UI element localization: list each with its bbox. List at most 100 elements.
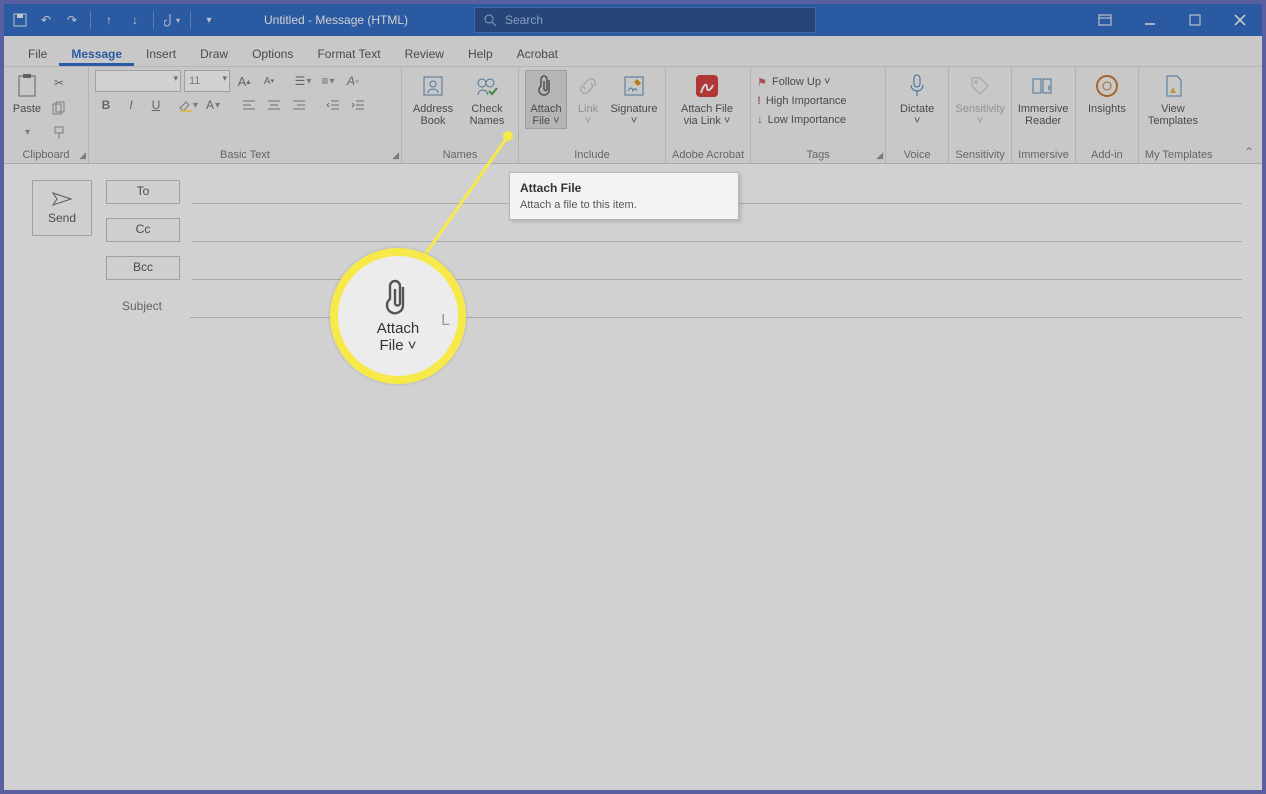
dictate-button[interactable]: Dictate ˅	[892, 70, 942, 127]
immersive-reader-button[interactable]: Immersive Reader	[1018, 70, 1068, 127]
paperclip-large-icon	[383, 278, 413, 318]
group-label: Sensitivity	[955, 149, 1005, 163]
numbering-icon[interactable]: ≡▾	[317, 70, 339, 92]
view-templates-button[interactable]: View Templates	[1145, 70, 1201, 127]
tab-message[interactable]: Message	[59, 41, 134, 66]
low-importance-button[interactable]: ↓Low Importance	[757, 111, 846, 129]
collapse-ribbon-icon[interactable]: ⌃	[1244, 145, 1254, 159]
group-label: My Templates	[1145, 149, 1213, 163]
flag-icon: ⚑	[757, 76, 767, 89]
align-center-icon[interactable]	[263, 94, 285, 116]
bullets-icon[interactable]: ☰▾	[292, 70, 314, 92]
ribbon-tabs: File Message Insert Draw Options Format …	[4, 36, 1262, 67]
tab-acrobat[interactable]: Acrobat	[505, 41, 570, 66]
search-placeholder: Search	[505, 13, 543, 27]
save-icon[interactable]	[12, 12, 28, 28]
dialog-launcher-icon[interactable]: ◢	[392, 150, 399, 161]
group-label: Adobe Acrobat	[672, 149, 744, 163]
insights-button[interactable]: Insights	[1082, 70, 1132, 127]
group-sensitivity: Sensitivity ˅ Sensitivity	[949, 67, 1012, 163]
outdent-icon[interactable]	[322, 94, 344, 116]
undo-icon[interactable]: ↶	[38, 12, 54, 28]
ribbon-display-icon[interactable]	[1082, 4, 1127, 36]
high-importance-button[interactable]: !High Importance	[757, 92, 846, 110]
callout-zoom: Attach File ˅ L	[330, 248, 466, 384]
cc-field[interactable]	[192, 219, 1242, 242]
font-combo[interactable]	[95, 70, 181, 92]
search-box[interactable]: Search	[474, 7, 816, 33]
tab-insert[interactable]: Insert	[134, 41, 188, 66]
check-names-icon	[473, 72, 501, 100]
sensitivity-button[interactable]: Sensitivity ˅	[955, 70, 1005, 127]
clear-format-icon[interactable]: A◦	[342, 70, 364, 92]
tag-icon	[966, 72, 994, 100]
tab-review[interactable]: Review	[393, 41, 456, 66]
attach-file-button[interactable]: Attach File ˅	[525, 70, 567, 129]
dialog-launcher-icon[interactable]: ◢	[876, 150, 883, 161]
group-templates: View Templates My Templates	[1139, 67, 1219, 163]
attach-via-link-button[interactable]: Attach File via Link ˅	[672, 70, 742, 127]
insights-icon	[1093, 72, 1121, 100]
template-icon	[1159, 72, 1187, 100]
subject-label: Subject	[106, 299, 178, 313]
exclamation-icon: !	[757, 95, 761, 107]
copy-icon[interactable]	[48, 97, 70, 119]
group-label: Clipboard	[10, 149, 82, 163]
attachment-quick-icon[interactable]: ▾	[164, 12, 180, 28]
up-arrow-icon[interactable]: ↑	[101, 12, 117, 28]
dialog-launcher-icon[interactable]: ◢	[79, 150, 86, 161]
shrink-font-icon[interactable]: A▾	[258, 70, 280, 92]
to-button[interactable]: To	[106, 180, 180, 204]
down-arrow-blue-icon: ↓	[757, 114, 763, 126]
tab-help[interactable]: Help	[456, 41, 505, 66]
group-basic-text: 11 A▴ A▾ ☰▾ ≡▾ A◦ B I U ▾ A▾	[89, 67, 402, 163]
group-label: Names	[408, 149, 512, 163]
grow-font-icon[interactable]: A▴	[233, 70, 255, 92]
signature-icon	[620, 72, 648, 100]
tab-draw[interactable]: Draw	[188, 41, 240, 66]
link-button[interactable]: Link ˅	[571, 70, 605, 127]
signature-button[interactable]: Signature ˅	[609, 70, 659, 127]
follow-up-button[interactable]: ⚑Follow Up ˅	[757, 73, 830, 91]
italic-icon[interactable]: I	[120, 94, 142, 116]
indent-icon[interactable]	[347, 94, 369, 116]
group-clipboard: Paste▾ ✂ Clipboard ◢	[4, 67, 89, 163]
customize-qat-icon[interactable]: ▾	[201, 12, 217, 28]
bcc-button[interactable]: Bcc	[106, 256, 180, 280]
font-size-combo[interactable]: 11	[184, 70, 230, 92]
check-names-button[interactable]: Check Names	[462, 70, 512, 127]
address-book-button[interactable]: Address Book	[408, 70, 458, 127]
maximize-icon[interactable]	[1172, 4, 1217, 36]
format-painter-icon[interactable]	[48, 122, 70, 144]
minimize-icon[interactable]	[1127, 4, 1172, 36]
align-left-icon[interactable]	[238, 94, 260, 116]
align-right-icon[interactable]	[288, 94, 310, 116]
font-color-icon[interactable]: A▾	[202, 94, 224, 116]
bold-icon[interactable]: B	[95, 94, 117, 116]
attach-file-tooltip: Attach File Attach a file to this item.	[509, 172, 739, 220]
search-icon	[483, 13, 497, 27]
underline-icon[interactable]: U	[145, 94, 167, 116]
group-include: Attach File ˅ Link ˅ Signature ˅ Include	[519, 67, 666, 163]
tab-file[interactable]: File	[16, 41, 59, 66]
group-label: Voice	[892, 149, 942, 163]
paste-button[interactable]: Paste▾	[10, 70, 44, 139]
redo-icon[interactable]: ↷	[64, 12, 80, 28]
window-title: Untitled - Message (HTML)	[264, 4, 408, 36]
group-tags: ⚑Follow Up ˅ !High Importance ↓Low Impor…	[751, 67, 886, 163]
compose-area: Send To Cc Bcc Subject	[4, 164, 1262, 794]
tab-format-text[interactable]: Format Text	[305, 41, 392, 66]
send-button[interactable]: Send	[32, 180, 92, 236]
close-icon[interactable]	[1217, 4, 1262, 36]
cc-button[interactable]: Cc	[106, 218, 180, 242]
tab-options[interactable]: Options	[240, 41, 305, 66]
group-immersive: Immersive Reader Immersive	[1012, 67, 1076, 163]
quick-access-toolbar: ↶ ↷ ↑ ↓ ▾ ▾	[4, 11, 217, 29]
tooltip-description: Attach a file to this item.	[520, 199, 728, 211]
cut-icon[interactable]: ✂	[48, 72, 70, 94]
down-arrow-icon[interactable]: ↓	[127, 12, 143, 28]
highlight-icon[interactable]: ▾	[177, 94, 199, 116]
microphone-icon	[903, 72, 931, 100]
address-book-icon	[419, 72, 447, 100]
paperclip-icon	[532, 72, 560, 100]
